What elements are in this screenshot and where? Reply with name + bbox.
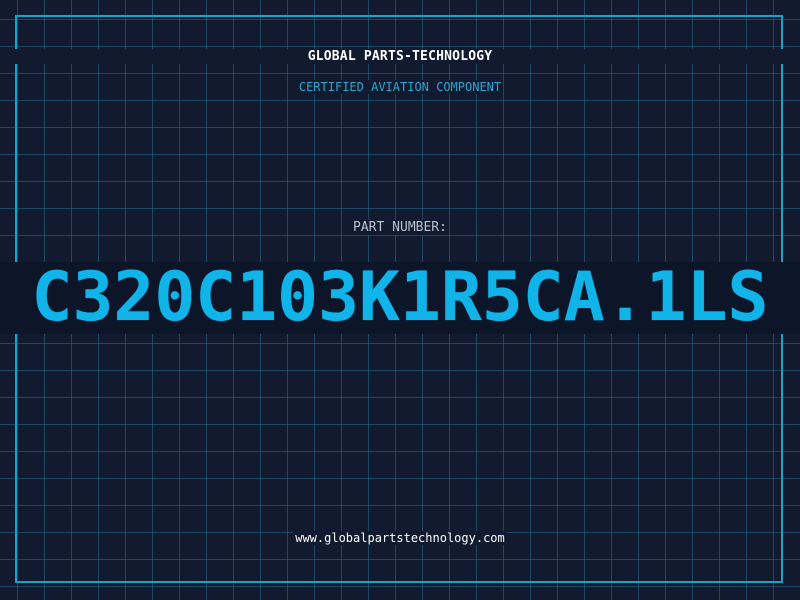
company-name-text: GLOBAL PARTS-TECHNOLOGY bbox=[305, 49, 495, 64]
part-number-value: C320C103K1R5CA.1LS bbox=[31, 258, 769, 337]
part-card: GLOBAL PARTS-TECHNOLOGY CERTIFIED AVIATI… bbox=[0, 0, 800, 600]
part-number-label: PART NUMBER: bbox=[0, 220, 800, 235]
certification-tagline-text: CERTIFIED AVIATION COMPONENT bbox=[296, 80, 504, 94]
website-url: www.globalpartstechnology.com bbox=[0, 531, 800, 545]
certification-tagline: CERTIFIED AVIATION COMPONENT bbox=[0, 80, 800, 94]
part-number-label-text: PART NUMBER: bbox=[351, 220, 449, 235]
company-name: GLOBAL PARTS-TECHNOLOGY bbox=[0, 49, 800, 64]
website-url-text: www.globalpartstechnology.com bbox=[293, 531, 507, 545]
